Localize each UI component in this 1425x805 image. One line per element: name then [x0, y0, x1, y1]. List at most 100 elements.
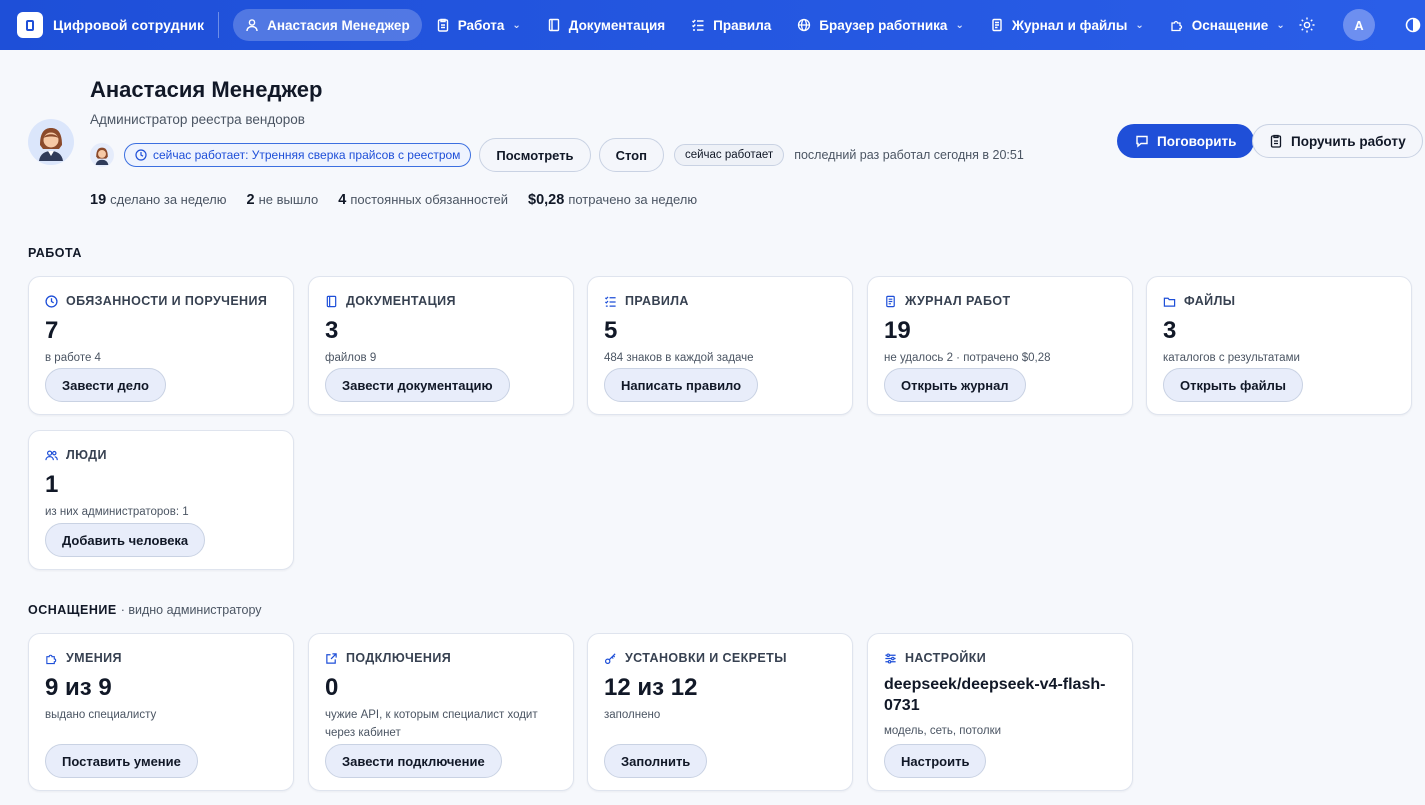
card-connections: ПОДКЛЮЧЕНИЯ 0 чужие API, к которым специ…: [308, 633, 574, 791]
card-subtitle: каталогов с результатами: [1163, 352, 1300, 364]
puzzle-icon: [45, 652, 58, 665]
nav-item-browser[interactable]: Браузер работника ⌄: [785, 9, 976, 41]
nav-item-label: Оснащение: [1191, 17, 1269, 33]
nav-item-profile[interactable]: Анастасия Менеджер: [233, 9, 422, 41]
brand[interactable]: Цифровой сотрудник: [17, 12, 204, 38]
people-icon: [45, 449, 58, 462]
card-model-settings: НАСТРОЙКИ deepseek/deepseek-v4-flash-073…: [867, 633, 1133, 791]
card-value: 3: [1163, 317, 1177, 344]
manager-avatar-icon: [39, 128, 63, 161]
card-title: ДОКУМЕНТАЦИЯ: [325, 293, 557, 309]
stat-duties: 4 постоянных обязанностей: [338, 192, 508, 208]
theme-toggle-icon[interactable]: [1405, 17, 1421, 33]
card-duties: ОБЯЗАННОСТИ И ПОРУЧЕНИЯ 7 в работе 4 Зав…: [28, 276, 294, 415]
view-button[interactable]: Посмотреть: [479, 138, 591, 172]
card-title-text: ДОКУМЕНТАЦИЯ: [346, 294, 456, 308]
card-title: УСТАНОВКИ И СЕКРЕТЫ: [604, 650, 836, 666]
nav-item-label: Правила: [713, 17, 772, 33]
nav-item-label: Документация: [568, 17, 666, 33]
journal-icon: [990, 18, 1004, 32]
card-documentation: ДОКУМЕНТАЦИЯ 3 файлов 9 Завести документ…: [308, 276, 574, 415]
chevron-down-icon: ⌄: [1135, 19, 1144, 31]
nav-item-docs[interactable]: Документация: [535, 9, 677, 41]
card-subtitle: выдано специалисту: [45, 709, 157, 721]
card-subtitle: не удалось 2 · потрачено $0,28: [884, 352, 1051, 364]
nav-item-label: Анастасия Менеджер: [267, 17, 410, 33]
card-people: ЛЮДИ 1 из них администраторов: 1 Добавит…: [28, 430, 294, 570]
brand-name: Цифровой сотрудник: [53, 17, 205, 33]
nav-item-journal[interactable]: Журнал и файлы ⌄: [978, 9, 1156, 41]
working-now-badge[interactable]: сейчас работает: Утренняя сверка прайсов…: [124, 143, 472, 167]
gear-icon[interactable]: [1297, 15, 1317, 35]
card-title: ПРАВИЛА: [604, 293, 836, 309]
card-title: ПОДКЛЮЧЕНИЯ: [325, 650, 557, 666]
external-link-icon: [325, 652, 338, 665]
new-documentation-button[interactable]: Завести документацию: [325, 368, 510, 402]
nav-item-label: Работа: [457, 17, 505, 33]
stat-value: $0,28: [528, 192, 565, 208]
add-person-button[interactable]: Добавить человека: [45, 523, 206, 557]
card-value: 7: [45, 317, 59, 344]
book-icon: [325, 295, 338, 308]
sliders-icon: [884, 652, 897, 665]
user-avatar[interactable]: А: [1343, 9, 1375, 41]
work-section-title: РАБОТА: [28, 246, 82, 260]
nav-item-equipment[interactable]: Оснащение ⌄: [1158, 9, 1297, 41]
equipment-section-title: ОСНАЩЕНИЕ · видно администратору: [28, 603, 262, 617]
card-title-text: ФАЙЛЫ: [1184, 294, 1236, 308]
configure-button[interactable]: Настроить: [884, 744, 987, 778]
page-title: Анастасия Менеджер: [90, 77, 323, 102]
card-title-text: ПРАВИЛА: [625, 294, 689, 308]
write-rule-button[interactable]: Написать правило: [604, 368, 759, 402]
list-check-icon: [691, 18, 705, 32]
nav-item-work[interactable]: Работа ⌄: [424, 9, 533, 41]
stat-label: потрачено за неделю: [568, 192, 698, 207]
card-title-text: НАСТРОЙКИ: [905, 651, 987, 665]
open-journal-button[interactable]: Открыть журнал: [884, 368, 1026, 402]
clock-icon: [135, 149, 147, 161]
card-value: 19: [884, 317, 911, 344]
clipboard-icon: [436, 18, 450, 32]
nav-item-rules[interactable]: Правила: [679, 9, 783, 41]
card-title: ЖУРНАЛ РАБОТ: [884, 293, 1116, 309]
clock-icon: [45, 294, 58, 308]
working-now-text: сейчас работает: Утренняя сверка прайсов…: [153, 148, 461, 162]
manager-avatar-icon: [95, 147, 109, 165]
new-case-button[interactable]: Завести дело: [45, 368, 166, 402]
talk-button-label: Поговорить: [1157, 133, 1237, 149]
assign-work-button[interactable]: Поручить работу: [1252, 124, 1423, 158]
nav-item-label: Журнал и файлы: [1011, 17, 1128, 33]
stop-button[interactable]: Стоп: [598, 138, 664, 172]
globe-icon: [797, 18, 811, 32]
stat-label: не вышло: [258, 192, 319, 207]
card-subtitle: заполнено: [604, 709, 661, 721]
assign-work-label: Поручить работу: [1291, 133, 1406, 149]
journal-icon: [884, 295, 897, 308]
brand-logo-icon: [17, 12, 43, 38]
chat-icon: [1135, 134, 1149, 148]
fill-button[interactable]: Заполнить: [604, 744, 708, 778]
card-subtitle: 484 знаков в каждой задаче: [604, 352, 754, 364]
install-skill-button[interactable]: Поставить умение: [45, 744, 198, 778]
card-journal: ЖУРНАЛ РАБОТ 19 не удалось 2 · потрачено…: [867, 276, 1133, 415]
talk-button[interactable]: Поговорить: [1117, 124, 1255, 158]
card-rules: ПРАВИЛА 5 484 знаков в каждой задаче Нап…: [587, 276, 853, 415]
user-icon: [245, 18, 259, 32]
status-row: сейчас работает: Утренняя сверка прайсов…: [90, 138, 1024, 172]
list-check-icon: [604, 295, 617, 308]
profile-avatar: [28, 119, 74, 165]
card-subtitle: чужие API, к которым специалист ходит че…: [325, 709, 538, 739]
card-title-text: УСТАНОВКИ И СЕКРЕТЫ: [625, 651, 787, 665]
card-subtitle: из них администраторов: 1: [45, 506, 189, 518]
card-files: ФАЙЛЫ 3 каталогов с результатами Открыть…: [1146, 276, 1412, 415]
card-title: УМЕНИЯ: [45, 650, 277, 666]
model-name: deepseek/deepseek-v4-flash-0731: [884, 676, 1106, 714]
book-icon: [547, 18, 561, 32]
stat-label: постоянных обязанностей: [350, 192, 509, 207]
last-seen-text: последний раз работал сегодня в 20:51: [794, 148, 1024, 162]
card-value: 5: [604, 317, 618, 344]
key-icon: [604, 652, 617, 665]
new-connection-button[interactable]: Завести подключение: [325, 744, 502, 778]
open-files-button[interactable]: Открыть файлы: [1163, 368, 1303, 402]
chevron-down-icon: ⌄: [512, 19, 521, 31]
